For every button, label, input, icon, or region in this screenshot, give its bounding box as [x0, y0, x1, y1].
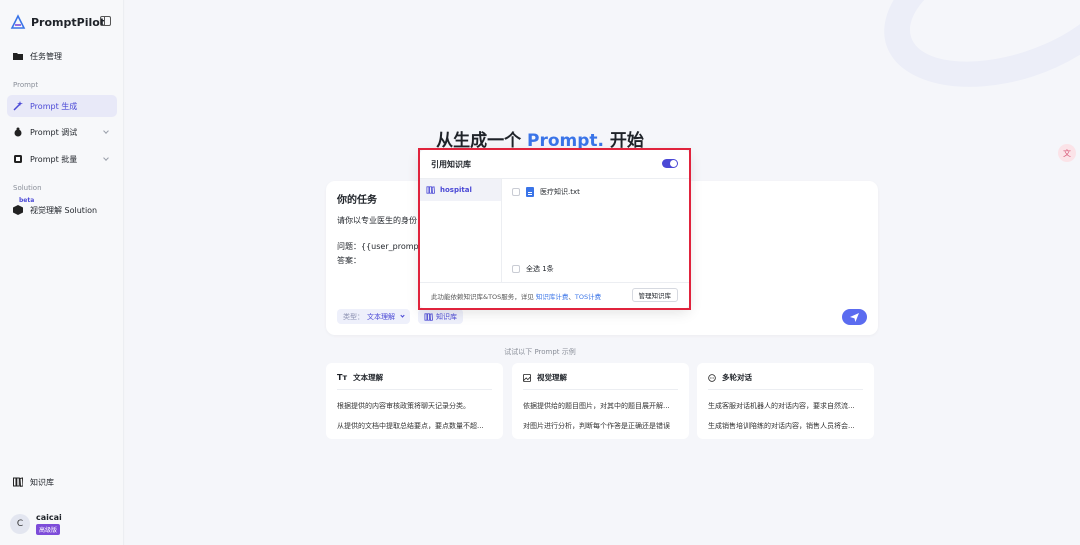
logo-icon [10, 14, 26, 29]
example-title: 文本理解 [353, 373, 384, 382]
cube-icon [13, 205, 23, 215]
example-line[interactable]: 从提供的文档中提取总结要点，要点数量不超... [337, 421, 495, 431]
hero-text-highlight: Prompt. [527, 131, 604, 151]
sidebar-item-label: 知识库 [30, 477, 54, 487]
sidebar-item-prompt-debug[interactable]: Prompt 调试 [7, 121, 117, 143]
kb-billing-link[interactable]: 知识库计费 [536, 293, 569, 301]
task-text-line[interactable]: 答案： [337, 255, 361, 266]
file-checkbox[interactable] [512, 188, 520, 196]
divider [708, 389, 863, 390]
books-icon [424, 312, 433, 321]
books-icon [426, 186, 435, 194]
task-text-line[interactable]: 请你以专业医生的身份 [337, 215, 417, 226]
section-label-prompt: Prompt [13, 81, 39, 89]
page-title: 从生成一个 Prompt. 开始 [125, 126, 1080, 151]
chevron-down-icon [103, 128, 109, 134]
manage-knowledge-button[interactable]: 管理知识库 [631, 288, 678, 302]
billing-note: 此功能依赖知识库&TOS服务，详见 知识库计费、TOS计费 [431, 291, 601, 301]
select-all-checkbox[interactable] [512, 265, 520, 273]
billing-note-text: 此功能依赖知识库&TOS服务，详见 [431, 293, 536, 301]
sidebar-item-prompt-generate[interactable]: Prompt 生成 [7, 95, 117, 117]
sidebar-item-tasks[interactable]: 任务管理 [7, 45, 117, 67]
sidebar: PromptPilot 任务管理 Prompt Prompt 生成 Prompt… [0, 0, 124, 545]
books-icon [13, 477, 23, 487]
knowledge-popup: 引用知识库 hospital 医疗知识.txt 全选 1条 此功能依赖知识库&T… [420, 150, 689, 308]
example-line[interactable]: 根据提供的内容审核政策将聊天记录分类。 [337, 401, 495, 411]
type-value: 文本理解 [367, 312, 395, 321]
type-select[interactable]: 类型： 文本理解 [337, 309, 410, 324]
knowledge-chip-label: 知识库 [436, 312, 457, 321]
popup-footer: 此功能依赖知识库&TOS服务，详见 知识库计费、TOS计费 管理知识库 [420, 282, 689, 308]
example-line[interactable]: 生成销售培训陪练的对话内容，销售人员将会... [708, 421, 866, 431]
sidebar-item-knowledge[interactable]: 知识库 [7, 471, 117, 493]
plan-badge: 高级版 [36, 524, 61, 535]
example-card-visual[interactable]: 视觉理解 依据提供给的题目图片，对其中的题目展开解... 对图片进行分析，判断每… [512, 363, 689, 439]
logo[interactable]: PromptPilot [10, 14, 105, 30]
knowledge-toggle[interactable] [662, 159, 678, 168]
send-icon [850, 312, 859, 322]
send-button[interactable] [842, 309, 867, 325]
sidebar-item-prompt-batch[interactable]: Prompt 批量 [7, 148, 117, 170]
text-format-icon: Tт [337, 373, 348, 382]
example-title: 视觉理解 [537, 373, 567, 382]
divider [523, 389, 678, 390]
hero-text-pre: 从生成一个 [436, 131, 527, 151]
app-name: PromptPilot [31, 15, 106, 29]
file-item[interactable]: 医疗知识.txt [512, 187, 580, 197]
decorative-ring [863, 0, 1080, 117]
chevron-down-icon [103, 155, 109, 161]
document-icon [526, 187, 534, 197]
file-name: 医疗知识.txt [540, 188, 580, 196]
example-card-text[interactable]: Tт 文本理解 根据提供的内容审核政策将聊天记录分类。 从提供的文档中提取总结要… [326, 363, 503, 439]
sidebar-item-label: 任务管理 [30, 51, 62, 61]
library-name: hospital [440, 186, 472, 194]
avatar: C [10, 514, 30, 534]
task-title: 你的任务 [337, 195, 377, 206]
image-icon [523, 373, 531, 382]
sidebar-item-label: Prompt 调试 [30, 127, 78, 137]
example-line[interactable]: 依据提供给的题目图片，对其中的题目展开解... [523, 401, 681, 411]
hero-text-post: 开始 [604, 131, 644, 151]
sidebar-item-label: 视觉理解 Solution [30, 205, 98, 215]
type-label: 类型： [343, 312, 364, 321]
example-title: 多轮对话 [722, 373, 752, 382]
knowledge-chip[interactable]: 知识库 [418, 309, 463, 324]
section-label-solution: Solution [13, 184, 42, 192]
library-list: hospital [420, 178, 502, 282]
sidebar-toggle-icon[interactable] [100, 16, 111, 26]
sidebar-item-label: Prompt 生成 [30, 101, 78, 111]
divider [337, 389, 492, 390]
chat-icon [708, 373, 716, 382]
file-list: 医疗知识.txt 全选 1条 [502, 178, 689, 282]
tos-billing-link[interactable]: TOS计费 [575, 293, 601, 301]
select-all-label: 全选 1条 [526, 265, 554, 273]
magic-wand-icon [13, 101, 23, 111]
debug-icon [14, 127, 22, 137]
batch-icon [14, 155, 22, 163]
select-all[interactable]: 全选 1条 [512, 264, 554, 274]
task-text-line[interactable]: 问题：{{user_prompt}} [337, 241, 432, 252]
chevron-down-icon [400, 313, 405, 318]
folder-icon [13, 53, 23, 60]
sidebar-item-visual-solution[interactable]: 视觉理解 Solution [7, 199, 117, 221]
example-card-multiturn[interactable]: 多轮对话 生成客服对话机器人的对话内容，要求自然流... 生成销售培训陪练的对话… [697, 363, 874, 439]
sidebar-item-label: Prompt 批量 [30, 154, 78, 164]
example-line[interactable]: 对图片进行分析，判断每个作答是正确还是错误 [523, 421, 681, 431]
library-item-hospital[interactable]: hospital [420, 179, 501, 201]
user-profile[interactable]: C caicai 高级版 [10, 513, 62, 535]
popup-title: 引用知识库 [431, 160, 471, 169]
examples-hint: 试试以下 Prompt 示例 [504, 348, 576, 356]
example-line[interactable]: 生成客服对话机器人的对话内容，要求自然流... [708, 401, 866, 411]
user-name: caicai [36, 513, 62, 522]
